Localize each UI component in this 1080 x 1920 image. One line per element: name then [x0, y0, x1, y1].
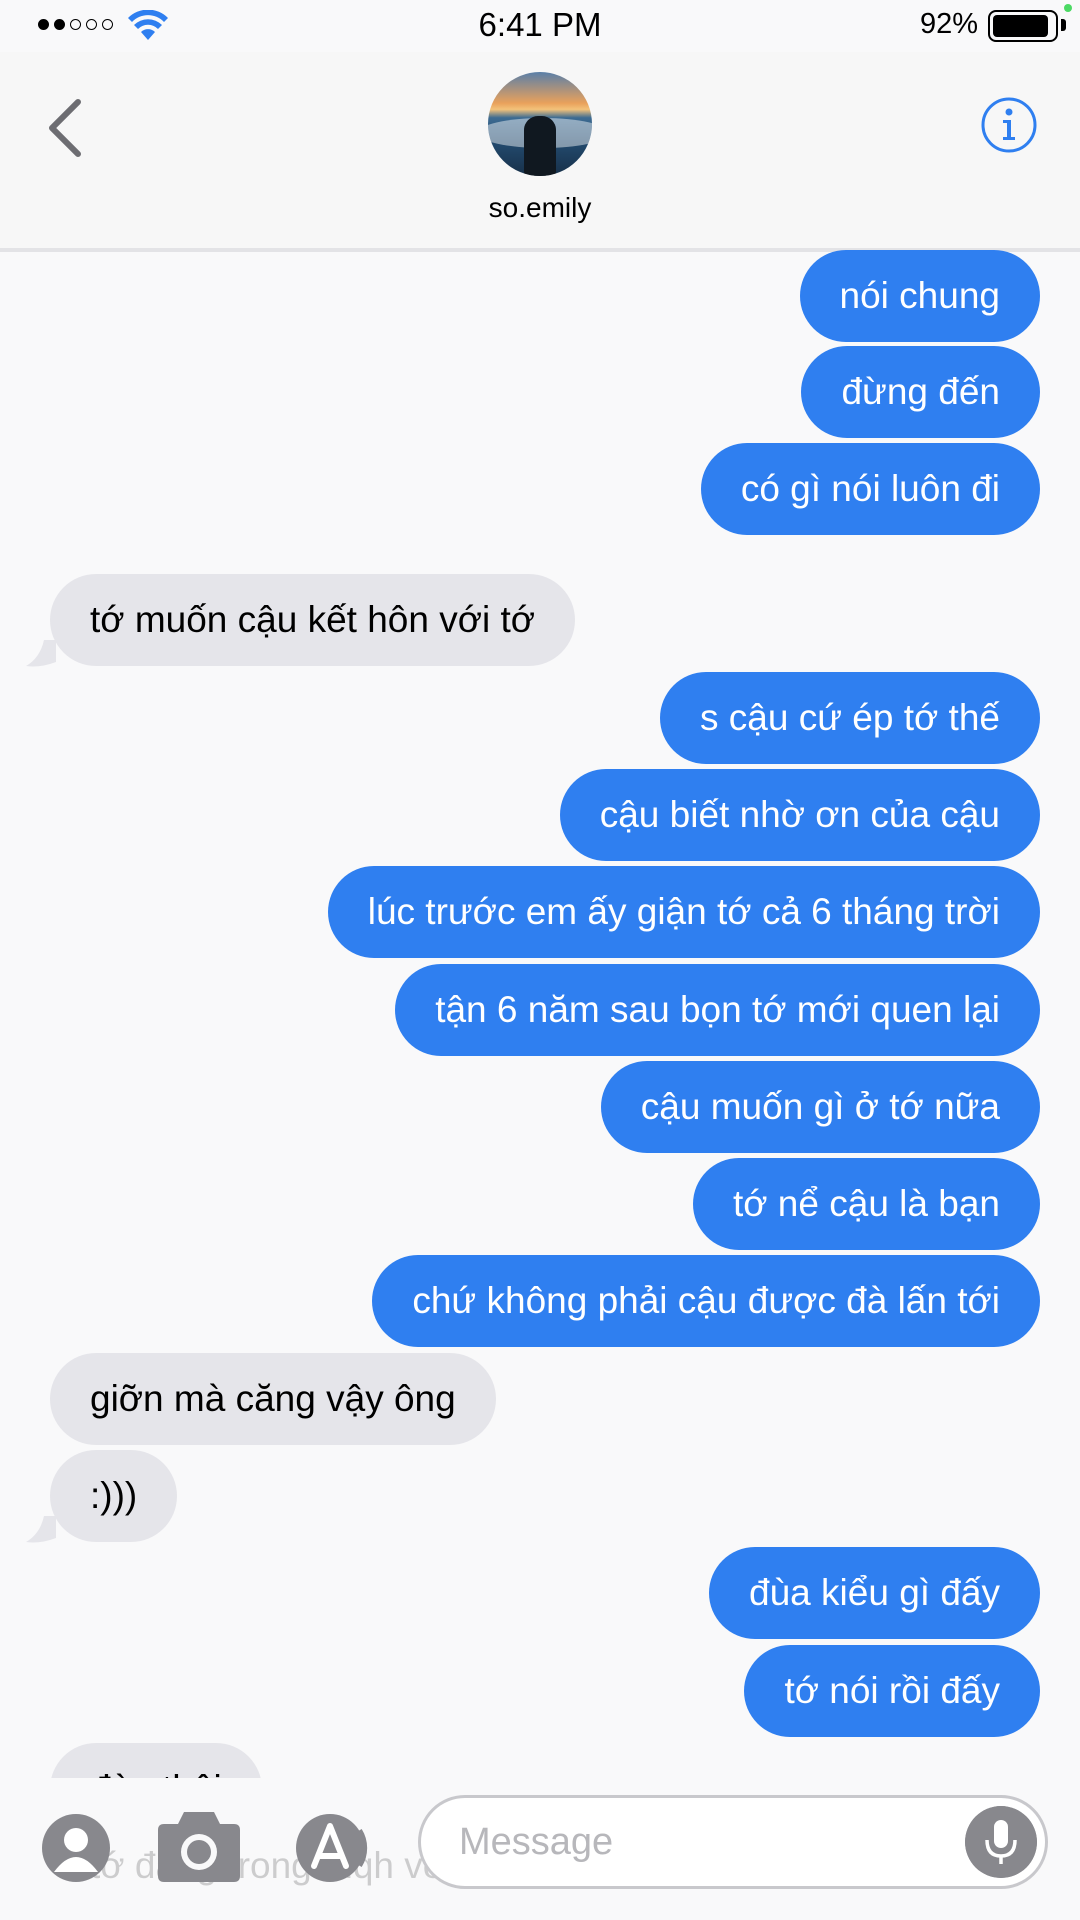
- microphone-icon[interactable]: [965, 1806, 1037, 1878]
- bubble-tail: [26, 1516, 56, 1543]
- message-bubble-incoming[interactable]: tớ muốn cậu kết hôn với tớ: [50, 574, 576, 666]
- status-bar: 6:41 PM 92%: [0, 0, 1080, 52]
- message-bubble-outgoing[interactable]: tận 6 năm sau bọn tớ mới quen lại: [395, 964, 1040, 1056]
- message-bubble-outgoing[interactable]: có gì nói luôn đi: [700, 443, 1040, 535]
- chevron-left-icon[interactable]: [44, 96, 88, 160]
- app-store-icon[interactable]: [290, 1812, 374, 1884]
- message-bubble-incoming[interactable]: đùa thôi: [50, 1743, 262, 1778]
- battery-percent: 92%: [919, 8, 978, 40]
- contacts-icon[interactable]: [40, 1812, 112, 1884]
- info-icon[interactable]: [980, 96, 1038, 154]
- message-bubble-outgoing[interactable]: tớ nói rồi đấy: [744, 1645, 1040, 1737]
- contact-name[interactable]: so.emily: [0, 192, 1080, 224]
- bubble-tail: [26, 640, 56, 667]
- battery-tip: [1061, 19, 1066, 31]
- message-bubble-outgoing[interactable]: chứ không phải cậu được đà lấn tới: [372, 1255, 1040, 1347]
- conversation-header: so.emily: [0, 52, 1080, 252]
- message-bubble-incoming[interactable]: giỡn mà căng vậy ông: [50, 1353, 496, 1445]
- battery-icon: [988, 10, 1058, 42]
- message-bubble-incoming[interactable]: :))): [50, 1450, 178, 1542]
- camera-icon[interactable]: [156, 1808, 242, 1884]
- message-input[interactable]: Message: [418, 1795, 1048, 1889]
- message-bubble-outgoing[interactable]: tớ nể cậu là bạn: [692, 1158, 1040, 1250]
- status-time: 6:41 PM: [478, 6, 602, 43]
- message-bubble-outgoing[interactable]: đừng đến: [801, 346, 1040, 438]
- message-bubble-outgoing[interactable]: s cậu cứ ép tớ thế: [660, 672, 1040, 764]
- message-bubble-outgoing[interactable]: lúc trước em ấy giận tớ cả 6 tháng trời: [327, 866, 1040, 958]
- message-placeholder: Message: [459, 1821, 614, 1863]
- message-bubble-outgoing[interactable]: cậu biết nhờ ơn của cậu: [559, 769, 1040, 861]
- message-bubble-outgoing[interactable]: đùa kiểu gì đấy: [709, 1547, 1040, 1639]
- message-bubble-outgoing[interactable]: cậu muốn gì ở tớ nữa: [600, 1061, 1040, 1153]
- avatar[interactable]: [488, 72, 592, 176]
- message-bubble-outgoing[interactable]: nói chung: [799, 250, 1040, 342]
- message-thread: nói chung đừng đến có gì nói luôn đi tớ …: [0, 248, 1080, 1778]
- status-indicator-dot: [1064, 4, 1072, 12]
